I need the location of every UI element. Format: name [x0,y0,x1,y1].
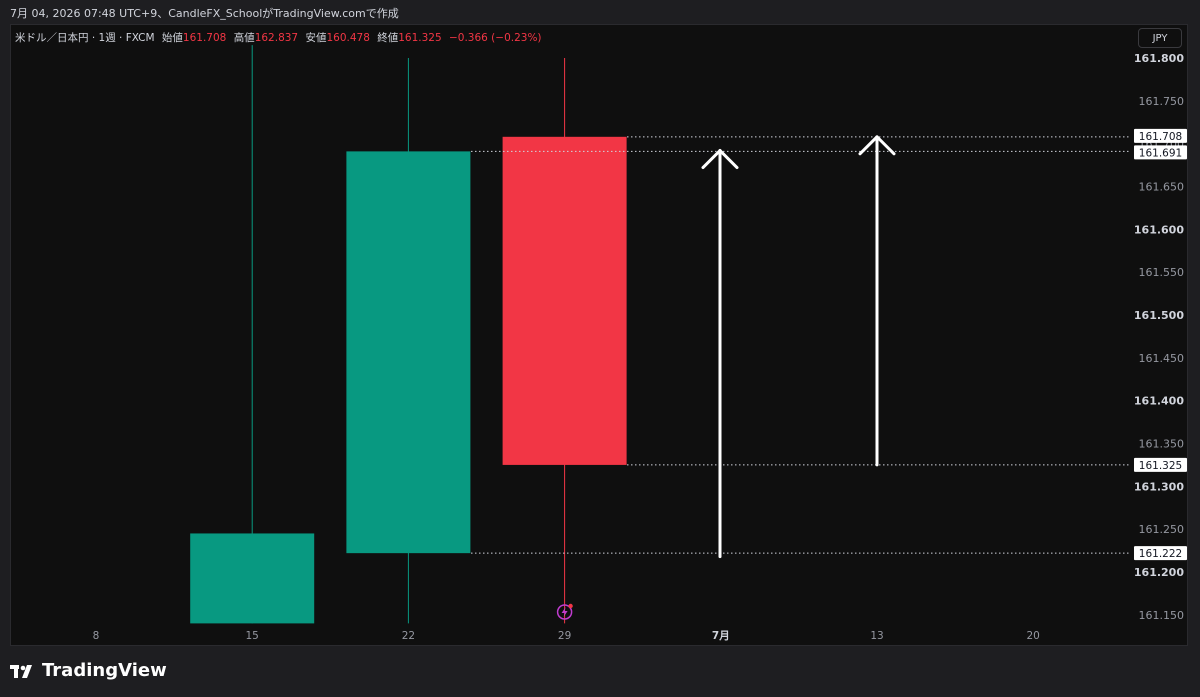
y-tick-label: 161.200 [1134,566,1184,579]
candle-body[interactable] [502,136,627,465]
lightning-bolt [561,607,568,617]
y-tick-label: 161.650 [1139,181,1185,194]
y-tick-label: 161.350 [1139,438,1185,451]
x-tick-label: 22 [402,630,415,642]
y-tick-label: 161.250 [1139,523,1185,536]
x-tick-label: 13 [870,630,883,642]
price-level-label: 161.325 [1139,460,1182,472]
brand-logo[interactable]: TradingView [10,660,167,681]
brand-name: TradingView [42,660,167,681]
y-tick-label: 161.450 [1139,352,1185,365]
candle-body[interactable] [190,533,315,624]
event-dot [568,603,573,609]
y-tick-label: 161.500 [1134,309,1184,322]
x-tick-label: 15 [246,630,259,642]
x-tick-label: 8 [93,630,100,642]
y-tick-label: 161.300 [1134,480,1184,493]
tradingview-logo-icon [10,664,32,678]
price-level-label: 161.222 [1139,548,1182,560]
x-tick-label: 29 [558,630,571,642]
y-tick-label: 161.600 [1134,223,1184,236]
x-tick-label: 20 [1027,630,1040,642]
price-level-label: 161.691 [1139,147,1182,159]
y-tick-label: 161.550 [1139,266,1185,279]
candlestick-chart: 161.800161.750161.700161.650161.600161.5… [93,45,1187,642]
x-tick-label: 7月 [712,630,730,642]
y-tick-label: 161.800 [1134,52,1184,65]
y-tick-label: 161.750 [1139,95,1185,108]
y-tick-label: 161.400 [1134,395,1184,408]
candle-body[interactable] [346,151,471,554]
y-tick-label: 161.150 [1139,609,1185,622]
price-level-label: 161.708 [1139,131,1182,143]
